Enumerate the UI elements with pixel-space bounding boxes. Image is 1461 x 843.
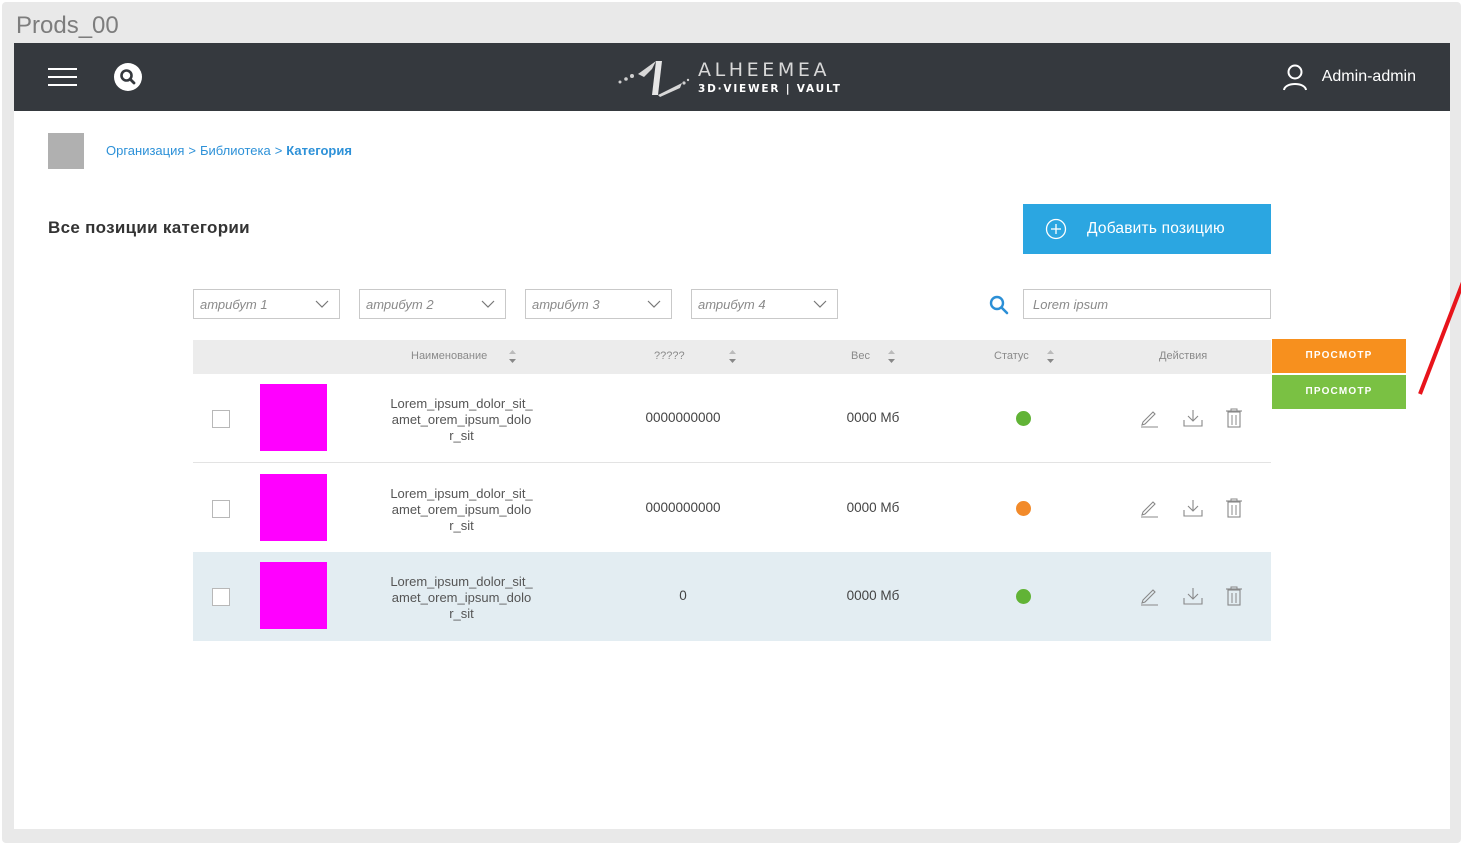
item-name: Lorem_ipsum_dolor_sit_ amet_orem_ipsum_do… [390, 486, 533, 533]
sort-icon[interactable] [508, 347, 517, 366]
item-weight: 0000 Мб [846, 410, 900, 425]
header-search-button[interactable] [114, 63, 142, 91]
item-code: 0000000000 [645, 410, 721, 425]
breadcrumb-separator: > [188, 143, 196, 158]
logo-name: ALHEEMEA [698, 59, 831, 81]
table-row[interactable]: Lorem_ipsum_dolor_sit_ amet_orem_ipsum_do… [193, 374, 1271, 463]
header-actions: Действия [1159, 350, 1208, 362]
sort-icon[interactable] [728, 347, 737, 366]
chevron-down-icon [481, 300, 495, 308]
breadcrumb-organization[interactable]: Организация [106, 143, 184, 158]
main-content: Организация > Библиотека > Категория Все поз… [14, 111, 1450, 829]
row-checkbox[interactable] [212, 588, 230, 606]
trash-icon[interactable] [1223, 585, 1245, 607]
filter-attribute-1[interactable]: атрибут 1 [193, 289, 340, 319]
search-icon [120, 69, 136, 85]
edit-icon[interactable] [1138, 407, 1160, 429]
filter-label: атрибут 2 [366, 297, 434, 312]
table-header: Наименование ????? Вес Статус Действия [193, 340, 1271, 374]
edit-icon[interactable] [1138, 497, 1160, 519]
item-thumbnail[interactable] [260, 384, 327, 451]
download-icon[interactable] [1182, 585, 1204, 607]
edit-icon[interactable] [1138, 585, 1160, 607]
item-name: Lorem_ipsum_dolor_sit_ amet_orem_ipsum_do… [390, 396, 533, 443]
filter-attribute-4[interactable]: атрибут 4 [691, 289, 838, 319]
user-icon [1282, 64, 1307, 91]
header-code: ????? [654, 350, 685, 362]
filter-label: атрибут 1 [200, 297, 268, 312]
item-thumbnail[interactable] [260, 474, 327, 541]
search-input[interactable] [1023, 289, 1271, 319]
table-row[interactable]: Lorem_ipsum_dolor_sit_ amet_orem_ipsum_do… [193, 464, 1271, 553]
logo-mark-icon [618, 61, 690, 97]
item-name: Lorem_ipsum_dolor_sit_ amet_orem_ipsum_do… [390, 574, 533, 621]
item-weight: 0000 Мб [846, 500, 900, 515]
breadcrumb-current: Категория [286, 143, 352, 158]
page-title: Все позиции категории [48, 218, 250, 237]
user-menu[interactable]: Admin-admin [1280, 63, 1416, 91]
annotation-arrow-line [1418, 281, 1461, 395]
logo-subtitle: 3D·VIEWER | VAULT [698, 83, 842, 95]
view-button-green[interactable]: ПРОСМОТР [1272, 375, 1406, 409]
table-row[interactable]: Lorem_ipsum_dolor_sit_ amet_orem_ipsum_do… [193, 552, 1271, 641]
row-checkbox[interactable] [212, 500, 230, 518]
add-item-label: Добавить позицию [1087, 220, 1225, 237]
chevron-down-icon [647, 300, 661, 308]
header-status: Статус [994, 350, 1029, 362]
download-icon[interactable] [1182, 497, 1204, 519]
breadcrumb-library[interactable]: Библиотека [200, 143, 271, 158]
status-dot [1016, 501, 1031, 516]
sort-icon[interactable] [1046, 347, 1055, 366]
filter-attribute-3[interactable]: атрибут 3 [525, 289, 672, 319]
trash-icon[interactable] [1223, 407, 1245, 429]
item-code: 0 [679, 588, 687, 603]
frame-title: Prods_00 [16, 12, 119, 39]
trash-icon[interactable] [1223, 497, 1245, 519]
header-name: Наименование [411, 350, 488, 362]
brand-logo[interactable]: ALHEEMEA 3D·VIEWER | VAULT [618, 57, 858, 99]
category-thumbnail [48, 133, 84, 169]
status-dot [1016, 411, 1031, 426]
top-navbar: ALHEEMEA 3D·VIEWER | VAULT Admin-admin [14, 43, 1450, 111]
row-checkbox[interactable] [212, 410, 230, 428]
add-item-button[interactable]: Добавить позицию [1023, 204, 1271, 254]
user-name: Admin-admin [1321, 68, 1416, 85]
search-icon[interactable] [988, 294, 1010, 316]
menu-icon[interactable] [48, 68, 77, 88]
item-thumbnail[interactable] [260, 562, 327, 629]
plus-circle-icon [1045, 218, 1067, 240]
filter-label: атрибут 3 [532, 297, 600, 312]
item-code: 0000000000 [645, 500, 721, 515]
chevron-down-icon [315, 300, 329, 308]
sort-icon[interactable] [887, 347, 896, 366]
view-button-orange[interactable]: ПРОСМОТР [1272, 339, 1406, 373]
header-weight: Вес [851, 350, 870, 362]
filter-label: атрибут 4 [698, 297, 766, 312]
download-icon[interactable] [1182, 407, 1204, 429]
breadcrumb-separator: > [274, 143, 283, 158]
breadcrumb: Организация > Библиотека > Категория [106, 143, 352, 158]
filter-attribute-2[interactable]: атрибут 2 [359, 289, 506, 319]
status-dot [1016, 589, 1031, 604]
item-weight: 0000 Мб [846, 588, 900, 603]
chevron-down-icon [813, 300, 827, 308]
